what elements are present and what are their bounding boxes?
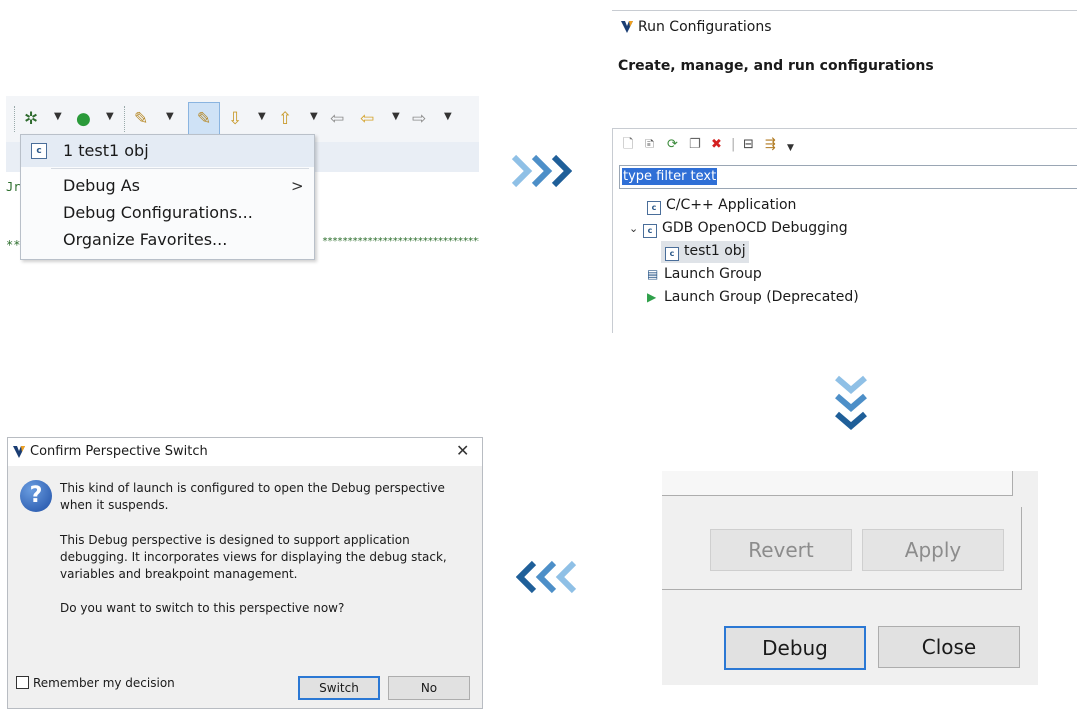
remember-decision-checkbox[interactable]: Remember my decision [16,676,175,690]
revert-button[interactable]: Revert [710,529,852,571]
tree-item-launch-group[interactable]: ▤ Launch Group [647,266,762,282]
remember-decision-label: Remember my decision [33,676,175,690]
app-logo-icon [621,21,633,33]
tree-item-label: C/C++ Application [666,197,797,213]
configuration-tree-panel: 🗋 🗈 ⟳ ❐ ✖ | ⊟ ⇶ ▼ type filter text c C/C+… [612,128,1077,333]
delete-configuration-icon[interactable]: ✖ [711,137,722,153]
submenu-chevron-icon: > [291,177,304,195]
debug-toolbar-panel: ✲ ▼ ● ▼ ✎ ▼ ✎ ⇩ ▼ ⇧ ▼ ⇦ ⇦ ▼ ⇨ ▼ Jr ** **… [6,96,479,268]
apply-button[interactable]: Apply [862,529,1004,571]
flow-arrow-down-icon [835,375,867,430]
tree-item-label: GDB OpenOCD Debugging [662,220,848,236]
run-dropdown-arrow-icon[interactable]: ▼ [106,111,114,122]
forward-icon[interactable]: ⇨ [412,108,426,130]
editor-gutter-marker: ** [6,238,21,252]
previous-annotation-icon[interactable]: ⇧ [278,108,292,130]
debug-bug-icon[interactable]: ✲ [24,108,38,130]
tree-item-label: test1 obj [684,243,746,259]
external-tools-dropdown-arrow-icon[interactable]: ▼ [166,111,174,122]
close-button[interactable]: Close [878,626,1020,668]
toolbar-separator: | [731,137,736,152]
dialog-subtitle: Create, manage, and run configurations [618,58,934,74]
duplicate-configuration-icon[interactable]: ❐ [689,137,701,153]
c-config-icon: c [665,247,679,261]
toolbar-separator [14,106,17,132]
dialog-titlebar: Confirm Perspective Switch ✕ [8,438,482,466]
back-dropdown-arrow-icon[interactable]: ▼ [392,111,400,122]
next-annotation-dropdown-arrow-icon[interactable]: ▼ [258,111,266,122]
question-icon: ? [20,480,52,512]
collapse-all-icon[interactable]: ⊟ [743,137,754,153]
expand-chevron-icon[interactable]: ⌄ [629,222,643,235]
toggle-highlight-icon[interactable]: ✎ [188,102,220,136]
filter-configurations-icon[interactable]: ⇶ [765,137,776,153]
app-logo-icon [13,446,25,458]
dialog-message-perspective: This Debug perspective is designed to su… [60,533,447,581]
window-title: Run Configurations [638,19,772,35]
tree-item-gdb-openocd[interactable]: ⌄ c GDB OpenOCD Debugging [629,220,848,238]
close-icon[interactable]: ✕ [456,441,469,460]
dialog-question: Do you want to switch to this perspectiv… [60,601,345,615]
menu-item-debug-configurations[interactable]: Debug Configurations... [63,203,253,222]
confirm-perspective-switch-dialog: Confirm Perspective Switch ✕ ? This kind… [7,437,483,709]
menu-divider [51,168,309,169]
switch-button[interactable]: Switch [298,676,380,700]
debug-dropdown-menu: c 1 test1 obj Debug As > Debug Configura… [20,134,315,260]
new-configuration-icon[interactable]: 🗋 [623,137,633,153]
back-icon[interactable]: ⇦ [360,108,374,130]
previous-annotation-dropdown-arrow-icon[interactable]: ▼ [310,111,318,122]
editor-gutter-marker: Jr [6,180,21,194]
filter-input[interactable]: type filter text [619,165,1077,189]
menu-item-organize-favorites[interactable]: Organize Favorites... [63,230,227,249]
menu-item-recent-launch[interactable]: c 1 test1 obj [21,135,314,167]
tree-item-launch-group-deprecated[interactable]: ▶ Launch Group (Deprecated) [647,289,859,305]
new-prototype-icon[interactable]: 🗈 [645,137,655,153]
run-triangle-icon: ▶ [647,290,657,304]
toolbar-separator [124,106,127,132]
run-configurations-window: Run Configurations Create, manage, and r… [612,8,1077,333]
menu-item-recent-launch-label: 1 test1 obj [63,141,149,160]
run-configurations-button-bar: Revert Apply Debug Close [662,471,1038,685]
dialog-message-launch: This kind of launch is configured to ope… [60,481,445,512]
no-button[interactable]: No [388,676,470,700]
flow-arrow-right-icon [511,154,572,188]
external-tools-icon[interactable]: ✎ [134,108,148,130]
filter-dropdown-arrow-icon[interactable]: ▼ [787,140,794,156]
c-config-icon: c [643,224,657,238]
tree-item-test1-obj[interactable]: c test1 obj [665,243,746,261]
launch-group-icon: ▤ [647,267,659,281]
tree-item-cpp-application[interactable]: c C/C++ Application [647,197,796,215]
forward-dropdown-arrow-icon[interactable]: ▼ [444,111,452,122]
tree-item-label: Launch Group [664,266,762,282]
c-config-icon: c [31,143,47,159]
dialog-body: ? This kind of launch is configured to o… [8,466,482,708]
dialog-title: Confirm Perspective Switch [30,444,208,459]
last-edit-location-icon[interactable]: ⇦ [330,108,344,130]
config-editor-area [662,471,1013,496]
next-annotation-icon[interactable]: ⇩ [228,108,242,130]
flow-arrow-left-icon [516,560,577,594]
c-config-icon: c [647,201,661,215]
code-comment-stars: ************************************** [322,236,479,247]
run-icon[interactable]: ● [76,108,91,130]
filter-input-text: type filter text [622,168,718,185]
export-configuration-icon[interactable]: ⟳ [667,137,678,153]
debug-dropdown-arrow-icon[interactable]: ▼ [54,111,62,122]
config-editor-group: Revert Apply [662,507,1022,590]
menu-item-debug-as[interactable]: Debug As [63,176,140,195]
debug-button[interactable]: Debug [724,626,866,670]
tree-item-label: Launch Group (Deprecated) [664,289,859,305]
checkbox-box[interactable] [16,676,29,689]
window-border [612,10,1077,11]
